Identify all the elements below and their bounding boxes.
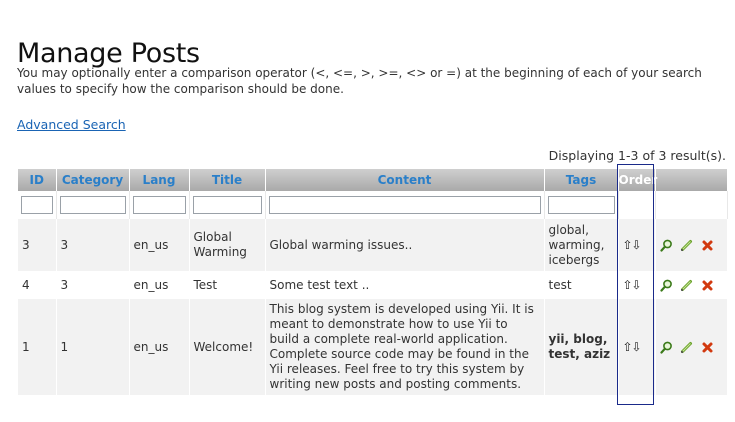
- cell-order: ⇧⇩: [618, 219, 656, 271]
- column-header-category[interactable]: Category: [56, 169, 130, 191]
- table-row: 1 1 en_us Welcome! This blog system is d…: [18, 299, 728, 395]
- cell-content: This blog system is developed using Yii.…: [265, 299, 545, 395]
- cell-tags: global, warming, icebergs: [544, 219, 619, 271]
- pencil-icon[interactable]: [680, 279, 693, 292]
- cell-order: ⇧⇩: [618, 271, 656, 299]
- posts-grid: ID Category Lang Title Content Tags Orde…: [18, 169, 728, 395]
- filter-order-empty: [618, 191, 656, 219]
- table-row: 4 3 en_us Test Some test text .. test ⇧⇩: [18, 271, 728, 299]
- cell-content: Some test text ..: [265, 271, 545, 299]
- column-header-tags[interactable]: Tags: [544, 169, 619, 191]
- delete-x-icon[interactable]: [701, 239, 714, 252]
- delete-x-icon[interactable]: [701, 341, 714, 354]
- magnifier-icon[interactable]: [659, 279, 673, 292]
- filter-title-input[interactable]: [192, 196, 262, 214]
- cell-lang: en_us: [129, 299, 190, 395]
- advanced-search-link[interactable]: Advanced Search: [17, 117, 126, 132]
- order-arrows-icon[interactable]: ⇧⇩: [623, 278, 642, 292]
- pencil-icon[interactable]: [680, 341, 693, 354]
- column-header-lang[interactable]: Lang: [129, 169, 190, 191]
- magnifier-icon[interactable]: [659, 341, 673, 354]
- filter-row: [18, 191, 728, 219]
- cell-id: 4: [18, 271, 57, 299]
- cell-category: 1: [56, 299, 130, 395]
- cell-lang: en_us: [129, 271, 190, 299]
- filter-actions-empty: [655, 191, 728, 219]
- cell-actions: [655, 299, 728, 395]
- column-header-order: Order: [618, 169, 657, 191]
- filter-id-input[interactable]: [21, 196, 53, 214]
- cell-actions: [655, 219, 728, 271]
- order-arrows-icon[interactable]: ⇧⇩: [623, 340, 642, 354]
- filter-category-input[interactable]: [59, 196, 126, 214]
- cell-tags: yii, blog, test, aziz: [544, 299, 619, 395]
- cell-actions: [655, 271, 728, 299]
- column-header-title[interactable]: Title: [189, 169, 266, 191]
- magnifier-icon[interactable]: [659, 239, 673, 252]
- cell-title: Test: [189, 271, 266, 299]
- pencil-icon[interactable]: [680, 239, 693, 252]
- column-header-content[interactable]: Content: [265, 169, 545, 191]
- order-arrows-icon[interactable]: ⇧⇩: [623, 238, 642, 252]
- grid-header-row: ID Category Lang Title Content Tags Orde…: [18, 169, 727, 191]
- cell-tags: test: [544, 271, 619, 299]
- cell-content: Global warming issues..: [265, 219, 545, 271]
- column-header-id[interactable]: ID: [18, 169, 57, 191]
- cell-id: 3: [18, 219, 57, 271]
- results-summary: Displaying 1-3 of 3 result(s).: [548, 148, 726, 163]
- filter-tags-input[interactable]: [547, 196, 615, 214]
- cell-lang: en_us: [129, 219, 190, 271]
- table-row: 3 3 en_us Global Warming Global warming …: [18, 219, 728, 271]
- filter-lang-input[interactable]: [132, 196, 186, 214]
- delete-x-icon[interactable]: [701, 279, 714, 292]
- page-title: Manage Posts: [17, 38, 200, 70]
- intro-text: You may optionally enter a comparison op…: [17, 66, 702, 96]
- cell-title: Welcome!: [189, 299, 266, 395]
- cell-category: 3: [56, 219, 130, 271]
- column-header-actions: [655, 169, 727, 191]
- cell-title: Global Warming: [189, 219, 266, 271]
- filter-content-input[interactable]: [268, 196, 541, 214]
- cell-id: 1: [18, 299, 57, 395]
- cell-category: 3: [56, 271, 130, 299]
- cell-order: ⇧⇩: [618, 299, 656, 395]
